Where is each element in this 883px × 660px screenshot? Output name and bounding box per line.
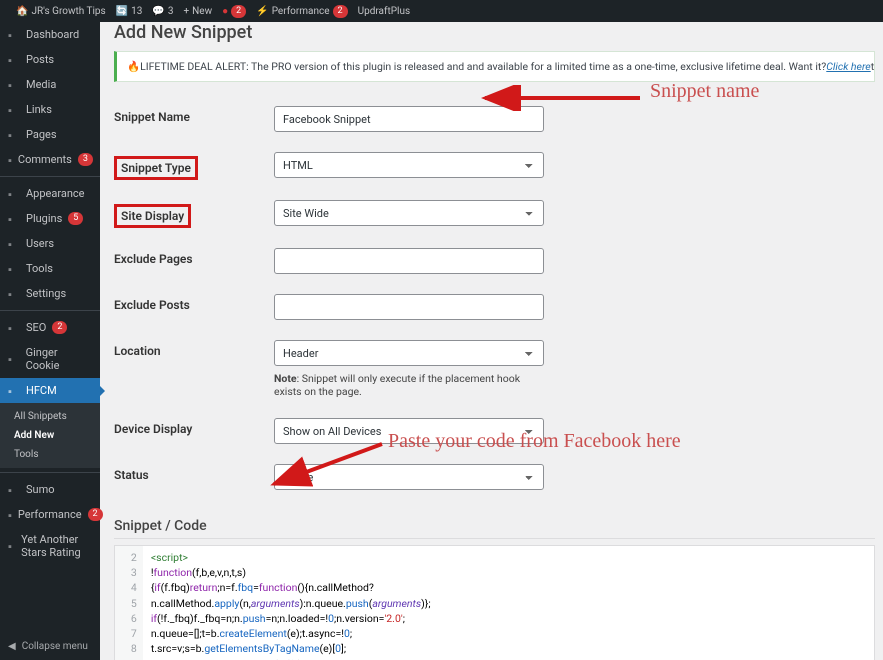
device-display-label: Device Display: [114, 422, 192, 436]
sidebar-item-performance[interactable]: ▪Performance2: [0, 502, 100, 527]
status-select[interactable]: Active: [274, 464, 544, 490]
main-content: Add New Snippet 🔥LIFETIME DEAL ALERT: Th…: [100, 0, 883, 660]
site-display-select[interactable]: Site Wide: [274, 200, 544, 226]
code-gutter: 234567891011121314151617: [115, 546, 143, 660]
sidebar-item-label: Sumo: [26, 483, 55, 496]
collapse-menu[interactable]: ◀ Collapse menu: [0, 633, 100, 660]
link-icon: ▪: [8, 104, 20, 116]
collapse-label: Collapse menu: [22, 641, 88, 652]
page-title: Add New Snippet: [114, 22, 875, 51]
lifetime-deal-notice: 🔥LIFETIME DEAL ALERT: The PRO version of…: [114, 51, 875, 82]
plug-icon: ▪: [8, 213, 20, 225]
menu-badge: 2: [52, 321, 67, 334]
sidebar-item-label: Media: [26, 78, 56, 91]
gear-icon: ▪: [8, 288, 20, 300]
comments-item[interactable]: 💬 3: [152, 6, 173, 17]
page-icon: ▪: [8, 129, 20, 141]
sidebar-item-label: Settings: [26, 287, 66, 300]
snippet-name-label: Snippet Name: [114, 110, 190, 124]
sidebar-item-label: Posts: [26, 53, 54, 66]
sidebar-item-plugins[interactable]: ▪ Plugins 5: [0, 206, 100, 231]
tool-icon: ▪: [8, 263, 20, 275]
perf-icon: ▪: [8, 509, 12, 521]
device-display-select[interactable]: Show on All Devices: [274, 418, 544, 444]
location-note: Note: Snippet will only execute if the p…: [274, 366, 544, 398]
code-editor[interactable]: 234567891011121314151617 <script> !funct…: [114, 545, 875, 660]
sidebar-item-ginger-cookie[interactable]: ▪ Ginger Cookie: [0, 340, 100, 378]
location-label: Location: [114, 344, 161, 358]
sidebar-item-label: SEO: [26, 321, 46, 334]
snippet-type-label: Snippet Type: [114, 156, 198, 180]
notice-suffix: to get HFCM Pro for the l: [871, 60, 875, 73]
collapse-icon: ◀: [8, 641, 16, 652]
code-body[interactable]: <script> !function(f,b,e,v,n,t,s) {if(f.…: [143, 546, 563, 660]
dashboard-icon: ▪: [8, 29, 20, 41]
sidebar-item-media[interactable]: ▪ Media: [0, 72, 100, 97]
sidebar-item-label: Links: [26, 103, 52, 116]
notice-link[interactable]: Click here: [826, 60, 870, 73]
sidebar-item-label: Dashboard: [26, 28, 79, 41]
sidebar-item-label: Ginger Cookie: [26, 346, 92, 372]
exclude-pages-input[interactable]: [274, 248, 544, 274]
media-icon: ▪: [8, 79, 20, 91]
menu-badge: 5: [68, 212, 83, 225]
exclude-posts-label: Exclude Posts: [114, 298, 190, 312]
star-icon: ▪: [8, 540, 15, 552]
yoast-item[interactable]: ● 2: [222, 5, 246, 18]
sidebar-item-pages[interactable]: ▪ Pages: [0, 122, 100, 147]
menu-badge: 3: [78, 153, 93, 166]
snippet-form: Snippet Name Snippet Type HTML Site Disp…: [114, 96, 875, 500]
location-select[interactable]: Header: [274, 340, 544, 366]
sidebar-item-posts[interactable]: ▪ Posts: [0, 47, 100, 72]
yoast-icon: ▪: [8, 322, 20, 334]
perf-item[interactable]: ⚡ Performance 2: [256, 5, 347, 18]
cookie-icon: ▪: [8, 353, 20, 365]
status-label: Status: [114, 468, 149, 482]
sidebar-item-appearance[interactable]: ▪ Appearance: [0, 181, 100, 206]
snippet-code-title: Snippet / Code: [114, 500, 875, 539]
sidebar-item-label: Yet Another Stars Rating: [21, 533, 92, 559]
exclude-posts-input[interactable]: [274, 294, 544, 320]
admin-sidebar: ▪ Dashboard ▪ Posts ▪ Media ▪ Links ▪ Pages ▪ Comme…: [0, 0, 100, 660]
sumo-icon: ▪: [8, 484, 20, 496]
sidebar-item-label: Plugins: [26, 212, 62, 225]
user-icon: ▪: [8, 238, 20, 250]
notice-text: 🔥LIFETIME DEAL ALERT: The PRO version of…: [127, 60, 826, 73]
sidebar-item-comments[interactable]: ▪ Comments 3: [0, 147, 100, 172]
sidebar-item-seo[interactable]: ▪ SEO 2: [0, 315, 100, 340]
exclude-pages-label: Exclude Pages: [114, 252, 193, 266]
sidebar-item-label: Users: [26, 237, 54, 250]
pin-icon: ▪: [8, 54, 20, 66]
sidebar-item-label: Tools: [26, 262, 53, 275]
code-icon: ▪: [8, 385, 20, 397]
sidebar-item-yet-another-stars-rating[interactable]: ▪ Yet Another Stars Rating: [0, 527, 100, 565]
submenu-add-new[interactable]: Add New: [0, 426, 100, 445]
sidebar-item-label: Performance: [18, 508, 82, 521]
submenu-all-snippets[interactable]: All Snippets: [0, 407, 100, 426]
submenu-tools[interactable]: Tools: [0, 445, 100, 464]
snippet-type-select[interactable]: HTML: [274, 152, 544, 178]
updraft-item[interactable]: UpdraftPlus: [358, 6, 411, 17]
site-display-label: Site Display: [114, 204, 191, 228]
sidebar-item-dashboard[interactable]: ▪ Dashboard: [0, 22, 100, 47]
sidebar-item-sumo[interactable]: ▪ Sumo: [0, 477, 100, 502]
sidebar-item-label: Comments: [18, 153, 72, 166]
hfcm-submenu: All SnippetsAdd NewTools: [0, 403, 100, 468]
brush-icon: ▪: [8, 188, 20, 200]
site-name-item[interactable]: 🏠 JR's Growth Tips: [16, 6, 106, 17]
sidebar-item-label: HFCM: [26, 384, 57, 397]
admin-bar: 🏠 JR's Growth Tips 🔄 13 💬 3 + New ● 2 ⚡ …: [0, 0, 883, 22]
sidebar-item-tools[interactable]: ▪ Tools: [0, 256, 100, 281]
sidebar-item-hfcm[interactable]: ▪ HFCM: [0, 378, 100, 403]
updates-item[interactable]: 🔄 13: [116, 6, 143, 17]
sidebar-item-links[interactable]: ▪ Links: [0, 97, 100, 122]
snippet-name-input[interactable]: [274, 106, 544, 132]
sidebar-item-label: Appearance: [26, 187, 85, 200]
new-item[interactable]: + New: [183, 6, 212, 17]
sidebar-item-settings[interactable]: ▪ Settings: [0, 281, 100, 306]
comment-icon: ▪: [8, 154, 12, 166]
sidebar-item-label: Pages: [26, 128, 57, 141]
sidebar-item-users[interactable]: ▪ Users: [0, 231, 100, 256]
